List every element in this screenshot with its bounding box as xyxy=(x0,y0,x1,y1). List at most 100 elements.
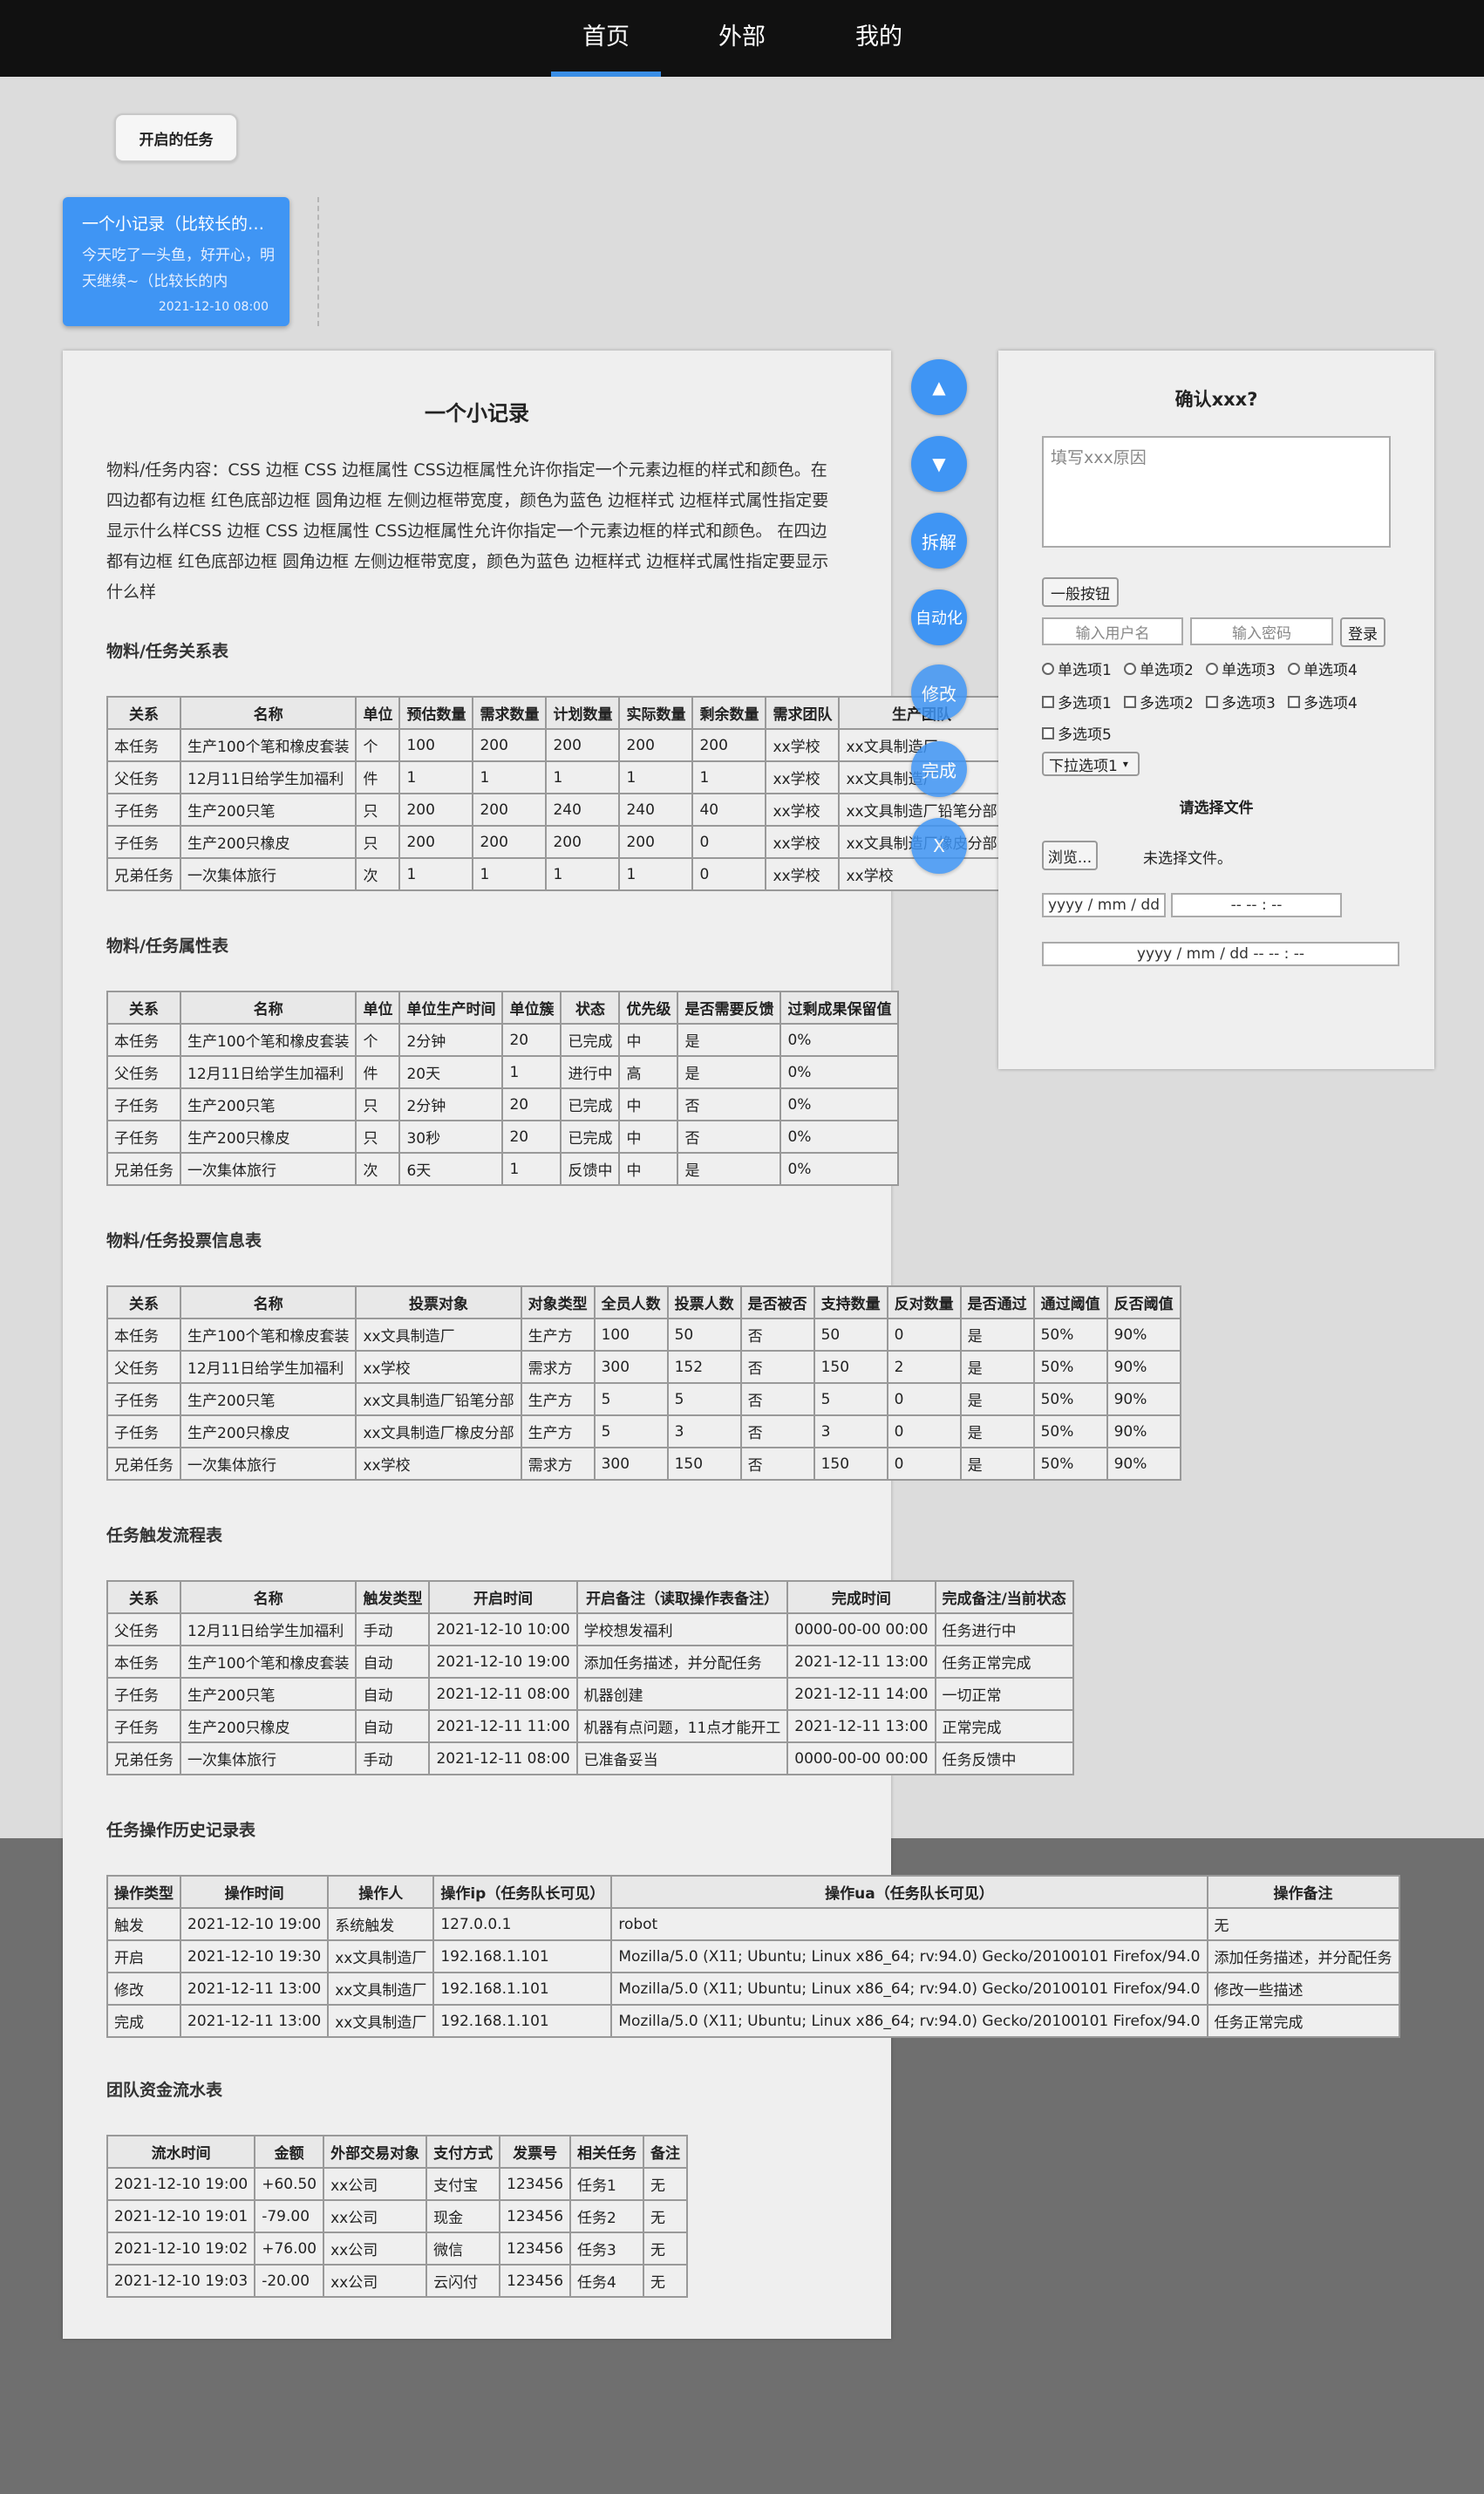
checkbox-icon[interactable] xyxy=(1042,726,1054,739)
column-header: 操作时间 xyxy=(179,1875,330,1909)
attribute-table: 关系 名称 单位 单位生产时间 单位簇 状态 优先级 是否需要反馈 过剩成果保留值 本任务 生产10… xyxy=(106,991,900,1186)
radio-icon[interactable] xyxy=(1206,662,1218,675)
table-cell: 50% xyxy=(1032,1318,1108,1352)
table-cell: 0 xyxy=(886,1414,962,1448)
radio-option[interactable]: 单选项4 xyxy=(1288,658,1358,679)
normal-button[interactable]: 一般按钮 xyxy=(1042,577,1119,607)
checkbox-icon[interactable] xyxy=(1124,695,1136,708)
radio-option[interactable]: 单选项3 xyxy=(1206,658,1276,679)
table-cell: 2021-12-10 10:00 xyxy=(428,1612,578,1646)
password-input[interactable]: 输入密码 xyxy=(1190,617,1333,645)
close-button[interactable]: X xyxy=(911,818,967,874)
tab-home[interactable]: 首页 xyxy=(551,0,661,77)
checkbox-icon[interactable] xyxy=(1206,695,1218,708)
table-cell: 1 xyxy=(691,760,767,794)
table-row: 父任务 12月11日给学生加福利 手动 2021-12-10 10:00 学校想发福利 0… xyxy=(106,1612,1074,1646)
column-header: 开启备注（读取操作表备注） xyxy=(575,1580,789,1614)
table-cell: 触发 xyxy=(106,1907,181,1941)
table-cell: 已完成 xyxy=(560,1023,621,1057)
table-cell: xx公司 xyxy=(323,2264,428,2298)
table-cell: robot xyxy=(610,1907,1208,1941)
table-cell: 无 xyxy=(643,2264,689,2298)
table-cell: 2分钟 xyxy=(398,1087,504,1121)
checkbox-option[interactable]: 多选项2 xyxy=(1124,691,1194,712)
table-cell: 自动 xyxy=(355,1677,431,1711)
table-cell: 0 xyxy=(886,1318,962,1352)
radio-option[interactable]: 单选项1 xyxy=(1042,658,1112,679)
table-cell: xx公司 xyxy=(323,2167,428,2201)
automate-button[interactable]: 自动化 xyxy=(911,589,967,645)
table-cell: 高 xyxy=(618,1055,679,1089)
table-cell: 学校想发福利 xyxy=(575,1612,789,1646)
table-cell: 20 xyxy=(501,1023,562,1057)
tab-mine[interactable]: 我的 xyxy=(824,0,934,77)
table-cell: xx学校 xyxy=(765,760,841,794)
login-button[interactable]: 登录 xyxy=(1340,617,1385,647)
table-row: 子任务 生产200只笔只 200 200 240 240 40 xx学校 xx文具制造厂铅笔分部 xyxy=(106,793,1005,827)
table-cell: 父任务 xyxy=(106,1350,181,1384)
column-header: 完成备注/当前状态 xyxy=(934,1580,1074,1614)
table-cell: 云闪付 xyxy=(425,2264,501,2298)
radio-icon[interactable] xyxy=(1042,662,1054,675)
move-up-button[interactable]: ▲ xyxy=(911,359,967,415)
table-cell: 已完成 xyxy=(560,1120,621,1154)
table-cell: 子任务 xyxy=(106,1709,181,1743)
column-header: 投票对象 xyxy=(355,1285,522,1319)
radio-icon[interactable] xyxy=(1124,662,1136,675)
table-cell: 2021-12-10 19:30 xyxy=(179,1939,330,1973)
table-cell: 1 xyxy=(501,1152,562,1186)
table-cell: 添加任务描述，并分配任务 xyxy=(575,1645,789,1679)
checkbox-icon[interactable] xyxy=(1042,695,1054,708)
username-input[interactable]: 输入用户名 xyxy=(1042,617,1183,645)
task-card[interactable]: 一个小记录（比较长的标题会被截断） 今天吃了一头鱼，好开心，明天继续~（比较长的… xyxy=(63,197,289,326)
table-row: 触发 2021-12-10 19:00 系统触发 127.0.0.1 robot 无 xyxy=(106,1907,1400,1941)
checkbox-option[interactable]: 多选项1 xyxy=(1042,691,1112,712)
option-select[interactable]: 下拉选项1 ▾ xyxy=(1042,752,1140,776)
table-cell: 系统触发 xyxy=(327,1907,435,1941)
radio-icon[interactable] xyxy=(1288,662,1300,675)
table-cell: 兄弟任务 xyxy=(106,1741,181,1775)
checkbox-label: 多选项2 xyxy=(1140,695,1194,712)
table-cell: 只 xyxy=(355,825,401,859)
tab-external[interactable]: 外部 xyxy=(687,0,797,77)
table-cell: 支付宝 xyxy=(425,2167,501,2201)
table-cell: 12月11日给学生加福利 xyxy=(179,1350,357,1384)
date-input[interactable]: yyyy / mm / dd xyxy=(1042,893,1166,917)
radio-option[interactable]: 单选项2 xyxy=(1124,658,1194,679)
table-cell: 192.168.1.101 xyxy=(432,2004,613,2038)
column-header: 单位 xyxy=(355,991,401,1025)
table-cell: 90% xyxy=(1106,1318,1181,1352)
column-header: 关系 xyxy=(106,696,181,730)
open-tasks-button[interactable]: 开启的任务 xyxy=(114,113,238,162)
reason-textarea[interactable]: 填写xxx原因 xyxy=(1042,436,1391,548)
table-cell: 2021-12-11 14:00 xyxy=(786,1677,936,1711)
table-header-row: 关系 名称 投票对象 对象类型 全员人数 投票人数 是否被否 支持数量 反对数量 是否通过 通过阈值… xyxy=(106,1285,1181,1319)
table-cell: 200 xyxy=(472,793,548,827)
table-cell: 生产200只笔 xyxy=(179,793,357,827)
table-cell: 0 xyxy=(886,1447,962,1481)
time-input[interactable]: -- -- : -- xyxy=(1171,893,1342,917)
table-cell: 20 xyxy=(501,1087,562,1121)
browse-button[interactable]: 浏览... xyxy=(1042,841,1098,870)
checkbox-option[interactable]: 多选项4 xyxy=(1288,691,1358,712)
table-row: 父任务 12月11日给学生加福利 xx学校 需求方 300 152 否 150 2 是 50% 90% xyxy=(106,1350,1181,1384)
table-row: 开启 2021-12-10 19:30 xx文具制造厂 192.168.1.101 Mo… xyxy=(106,1939,1400,1973)
column-header: 全员人数 xyxy=(593,1285,669,1319)
table-cell: 个 xyxy=(355,1023,401,1057)
move-down-button[interactable]: ▼ xyxy=(911,436,967,492)
table-cell: 修改 xyxy=(106,1972,181,2006)
table-cell: 只 xyxy=(355,1120,401,1154)
edit-button[interactable]: 修改 xyxy=(911,664,967,720)
table-cell: 0% xyxy=(779,1055,900,1089)
table-cell: 2 xyxy=(886,1350,962,1384)
table-cell: 3 xyxy=(666,1414,742,1448)
table-cell: 无 xyxy=(643,2199,689,2233)
table-cell: 任务4 xyxy=(569,2264,645,2298)
complete-button[interactable]: 完成 xyxy=(911,741,967,797)
split-button[interactable]: 拆解 xyxy=(911,513,967,569)
table-cell: 本任务 xyxy=(106,1023,181,1057)
checkbox-option[interactable]: 多选项5 xyxy=(1042,722,1112,744)
datetime-input[interactable]: yyyy / mm / dd -- -- : -- xyxy=(1042,942,1399,966)
checkbox-option[interactable]: 多选项3 xyxy=(1206,691,1276,712)
checkbox-icon[interactable] xyxy=(1288,695,1300,708)
